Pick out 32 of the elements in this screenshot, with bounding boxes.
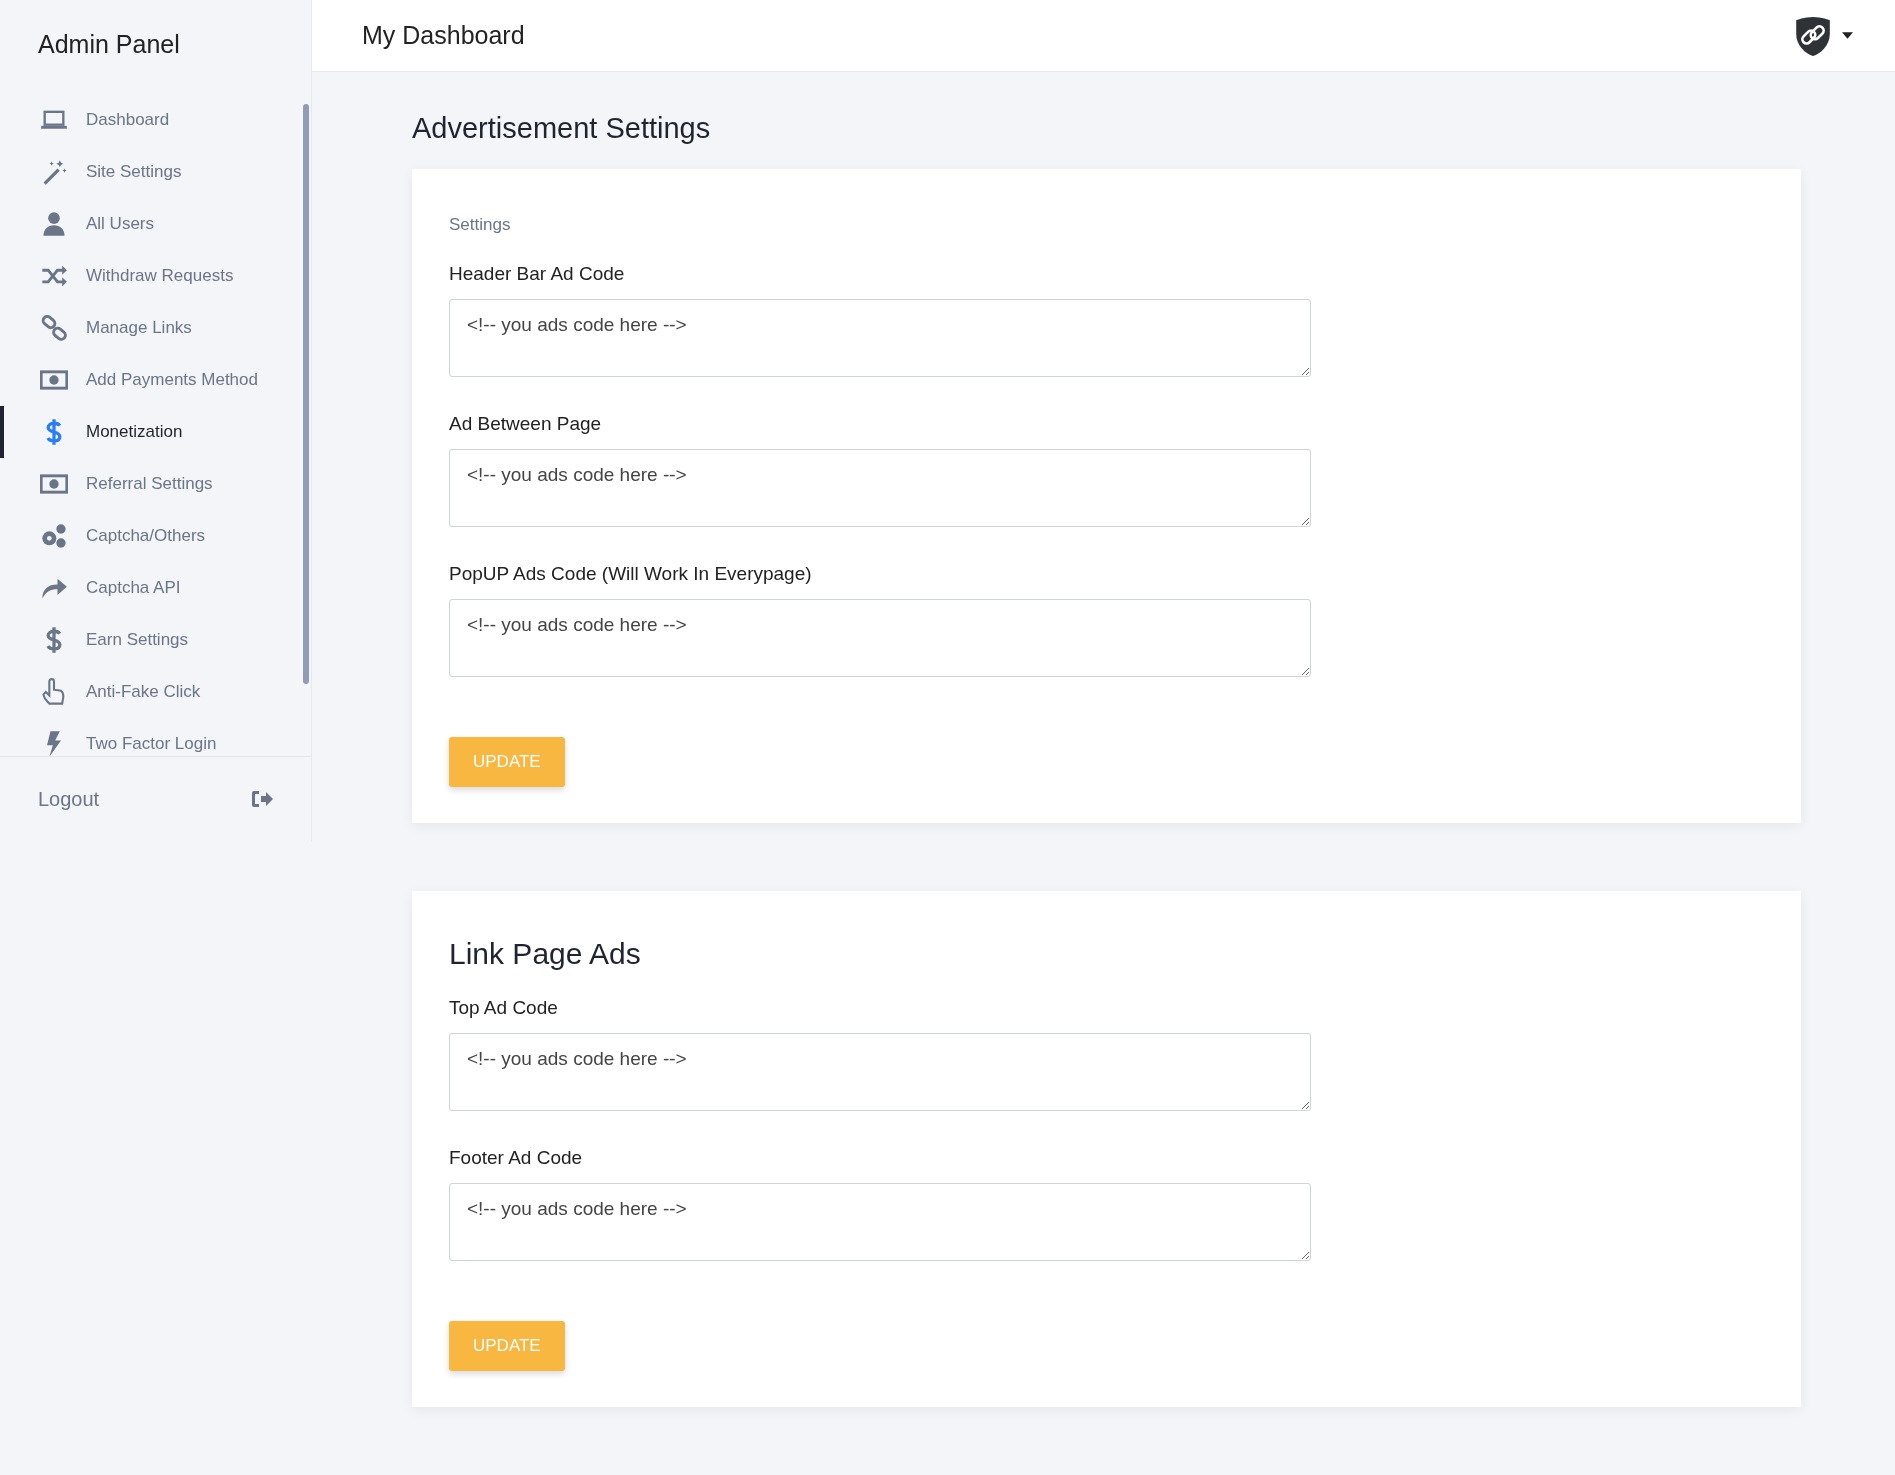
caret-icon: [1842, 32, 1853, 39]
sidebar-item[interactable]: All Users: [0, 198, 311, 250]
field-label: PopUP Ads Code (Will Work In Everypage): [449, 563, 813, 585]
code-textarea[interactable]: <!-- you ads code here -->: [449, 599, 1311, 677]
header-title: My Dashboard: [362, 21, 525, 50]
sidebar-item[interactable]: Anti-Fake Click: [0, 666, 311, 718]
code-textarea[interactable]: <!-- you ads code here -->: [449, 299, 1311, 377]
field-label: Header Bar Ad Code: [449, 263, 626, 285]
code-textarea[interactable]: <!-- you ads code here -->: [449, 1183, 1311, 1261]
sidebar-item[interactable]: Dashboard: [0, 94, 311, 146]
sidebar-item[interactable]: Site Settings: [0, 146, 311, 198]
sidebar-item[interactable]: Withdraw Requests: [0, 250, 311, 302]
card-heading: Link Page Ads: [449, 937, 642, 971]
field-label: Ad Between Page: [449, 413, 603, 435]
sidebar-item[interactable]: Earn Settings: [0, 614, 311, 666]
sidebar-item[interactable]: Captcha API: [0, 562, 311, 614]
field-label: Footer Ad Code: [449, 1147, 584, 1169]
card-subtitle: Settings: [449, 215, 512, 235]
scrollbar[interactable]: [303, 104, 309, 684]
sidebar-item[interactable]: Manage Links: [0, 302, 311, 354]
code-textarea[interactable]: <!-- you ads code here -->: [449, 449, 1311, 527]
sidebar-item[interactable]: Referral Settings: [0, 458, 311, 510]
sidebar-item[interactable]: Captcha/Others: [0, 510, 311, 562]
sidebar-item[interactable]: Monetization: [0, 406, 311, 458]
logout-link[interactable]: Logout: [0, 757, 311, 811]
sidebar-item[interactable]: Add Payments Method: [0, 354, 311, 406]
field-label: Top Ad Code: [449, 997, 559, 1019]
chain-link-icon: [40, 314, 68, 342]
sidebar-title: Admin Panel: [37, 29, 181, 60]
page-title: Advertisement Settings: [412, 112, 712, 145]
code-textarea[interactable]: <!-- you ads code here -->: [449, 1033, 1311, 1111]
sidebar-item[interactable]: Two Factor Login: [0, 718, 311, 756]
